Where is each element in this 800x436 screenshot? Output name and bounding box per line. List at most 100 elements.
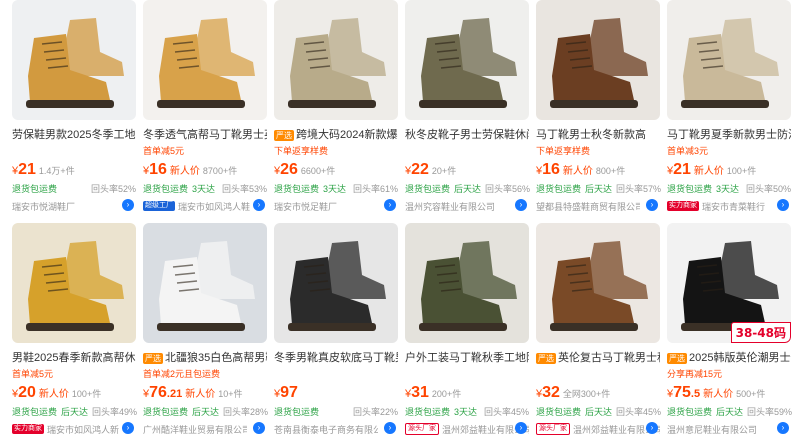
product-image[interactable] [536,0,660,120]
product-title-text[interactable]: 2025韩版英伦潮男士休 [689,351,791,365]
price-integer: 76 [149,384,167,401]
product-title-text[interactable]: 男鞋2025春季新款高帮休闲 [12,351,136,365]
shop-row[interactable]: 瑞安市悦湖鞋厂 › [12,199,136,213]
shop-name[interactable]: 温州究容鞋业有限公司 [405,200,495,213]
chat-icon[interactable]: › [515,199,527,211]
product-title-text[interactable]: 马丁靴男夏季新款男士防滑 [667,128,791,142]
product-image[interactable] [274,0,398,120]
product-image[interactable] [667,0,791,120]
strict-select-badge: 严选 [536,352,556,364]
product-title-text[interactable]: 秋冬皮靴子男士劳保鞋休闲 [405,128,529,142]
product-title[interactable]: 秋冬皮靴子男士劳保鞋休闲 [405,128,529,142]
product-title[interactable]: 冬季透气高帮马丁靴男士英 [143,128,267,142]
chat-icon[interactable]: › [122,199,134,211]
shop-row[interactable]: 源头厂家 温州郊益鞋业有限公司 › [536,422,660,436]
product-image[interactable]: 38-48码 [667,223,791,343]
strict-select-badge: 严选 [667,352,687,364]
product-card[interactable]: 38-48码 严选 2025韩版英伦潮男士休 分享再减15元 ¥75.5 新人价 500+件… [667,223,792,436]
product-card[interactable]: 马丁靴男夏季新款男士防滑 首单减3元 ¥21 新人价 100+件 退货包运费 3天达 回头率5… [667,0,791,213]
product-card[interactable]: 马丁靴男士秋冬新款高 下单返享样费 ¥16 新人价 800+件 退货包运费 后天达 回头率57… [536,0,661,213]
shop-name[interactable]: 苍南县衡泰电子商务有限公司 [274,423,378,436]
product-card[interactable]: 冬季透气高帮马丁靴男士英 首单减5元 ¥16 新人价 8700+件 退货包运费 3天达 回头率… [143,0,267,213]
shop-name[interactable]: 瑞安市如风鸿人新 [47,423,119,436]
product-image[interactable] [274,223,398,343]
price-integer: 21 [18,161,36,178]
product-title[interactable]: 劳保鞋男款2025冬季工地耐 [12,128,136,142]
product-image[interactable] [12,223,136,343]
shop-row[interactable]: 源头厂家 温州郊益鞋业有限公司 › [405,422,529,436]
chat-icon[interactable]: › [777,422,789,434]
service-tag: 退货包运费 [536,407,582,417]
product-title-text[interactable]: 冬季透气高帮马丁靴男士英 [143,128,267,142]
shop-name[interactable]: 温州意尼鞋业有限公司 [667,423,757,436]
sold-count: 8700+件 [202,166,238,176]
shop-name[interactable]: 瑞安市如风鸿人鞋 [178,200,250,213]
product-image[interactable] [143,223,267,343]
product-title-text[interactable]: 冬季男靴真皮软底马丁靴男 [274,351,398,365]
new-user-price-tag: 新人价 [38,389,69,400]
product-title-text[interactable]: 户外工装马丁靴秋季工地防 [405,351,529,365]
product-title[interactable]: 马丁靴男夏季新款男士防滑 [667,128,791,142]
product-title[interactable]: 严选 2025韩版英伦潮男士休 [667,351,791,365]
chat-icon[interactable]: › [253,422,265,434]
chat-icon[interactable]: › [515,422,527,434]
product-title-text[interactable]: 马丁靴男士秋冬新款高 [536,128,646,142]
shop-row[interactable]: 温州意尼鞋业有限公司 › [667,422,791,436]
shop-row[interactable]: 实力商家 瑞安市如风鸿人新 › [12,422,136,436]
chat-icon[interactable]: › [253,199,265,211]
chat-icon[interactable]: › [777,199,789,211]
service-tag: 退货包运费 [143,184,189,194]
promo-text: 分享再减15元 [667,369,723,379]
product-image[interactable] [536,223,660,343]
shop-row[interactable]: 实力商家 瑞安市青菜鞋行 › [667,199,791,213]
shop-name[interactable]: 广州酷洋鞋业贸易有限公司 [143,423,247,436]
product-title[interactable]: 马丁靴男士秋冬新款高 [536,128,660,142]
shop-row[interactable]: 瑞安市悦足鞋厂 › [274,199,398,213]
product-title-text[interactable]: 英伦复古马丁靴男士秋 [558,351,660,365]
product-card[interactable]: 秋冬皮靴子男士劳保鞋休闲 ¥22 20+件 退货包运费 后天达 回头率56% 温州究容鞋业有… [405,0,531,213]
shop-name[interactable]: 望都县特盛鞋商贸有限公司 [536,200,640,213]
product-title[interactable]: 男鞋2025春季新款高帮休闲 [12,351,136,365]
service-tag: 3天达 [192,184,216,194]
shop-name[interactable]: 瑞安市青菜鞋行 [702,200,765,213]
shop-name[interactable]: 瑞安市悦足鞋厂 [274,200,337,213]
chat-icon[interactable]: › [122,422,134,434]
product-card[interactable]: 冬季男靴真皮软底马丁靴男 ¥97 退货包运费 回头率22% 苍南县衡泰电子商务有限公司 › [274,223,398,436]
service-tag: 退货包运费 [405,407,451,417]
product-title-text[interactable]: 劳保鞋男款2025冬季工地耐 [12,128,136,142]
product-image[interactable] [405,0,529,120]
price-integer: 22 [411,161,429,178]
repeat-purchase-rate: 回头率56% [485,184,531,194]
product-card[interactable]: 严选 跨境大码2024新款爆款 下单返享样费 ¥26 6600+件 退货包运费 3天达 回头率… [274,0,398,213]
product-image[interactable] [143,0,267,120]
chat-icon[interactable]: › [646,422,658,434]
shop-row[interactable]: 超级工厂 瑞安市如风鸿人鞋 › [143,199,267,213]
product-image[interactable] [405,223,529,343]
product-card[interactable]: 男鞋2025春季新款高帮休闲 首单减5元 ¥20 新人价 100+件 退货包运费 后天达 回头… [12,223,137,436]
product-title[interactable]: 严选 北疆狼35白色高帮男鞋 [143,351,267,365]
product-title[interactable]: 冬季男靴真皮软底马丁靴男 [274,351,398,365]
product-title[interactable]: 严选 英伦复古马丁靴男士秋 [536,351,660,365]
strict-select-badge: 严选 [274,129,294,141]
product-card[interactable]: 严选 英伦复古马丁靴男士秋 ¥32 全网300+件 退货包运费 后天达 回头率45% 源头厂家… [536,223,661,436]
product-title-text[interactable]: 跨境大码2024新款爆款 [296,128,398,142]
price-integer: 20 [18,384,36,401]
chat-icon[interactable]: › [646,199,658,211]
shop-badge: 源头厂家 [536,423,570,435]
product-card[interactable]: 严选 北疆狼35白色高帮男鞋 首单减2元且包运费 ¥76.21 新人价 10+件 退货包运费… [143,223,268,436]
boot-image [667,0,791,120]
chat-icon[interactable]: › [384,199,396,211]
chat-icon[interactable]: › [384,422,396,434]
shop-name[interactable]: 瑞安市悦湖鞋厂 [12,200,75,213]
product-image[interactable] [12,0,136,120]
product-title[interactable]: 严选 跨境大码2024新款爆款 [274,128,398,142]
price: 16 [149,161,167,179]
shop-row[interactable]: 苍南县衡泰电子商务有限公司 › [274,422,398,436]
shop-row[interactable]: 望都县特盛鞋商贸有限公司 › [536,199,660,213]
product-title-text[interactable]: 北疆狼35白色高帮男鞋 [165,351,267,365]
shop-row[interactable]: 广州酷洋鞋业贸易有限公司 › [143,422,267,436]
shop-row[interactable]: 温州究容鞋业有限公司 › [405,199,529,213]
product-card[interactable]: 户外工装马丁靴秋季工地防 ¥31 200+件 退货包运费 3天达 回头率45% 源头厂家 温州… [405,223,529,436]
product-title[interactable]: 户外工装马丁靴秋季工地防 [405,351,529,365]
product-card[interactable]: 劳保鞋男款2025冬季工地耐 ¥21 1.4万+件 退货包运费 回头率52% 瑞安市悦湖鞋… [12,0,136,213]
